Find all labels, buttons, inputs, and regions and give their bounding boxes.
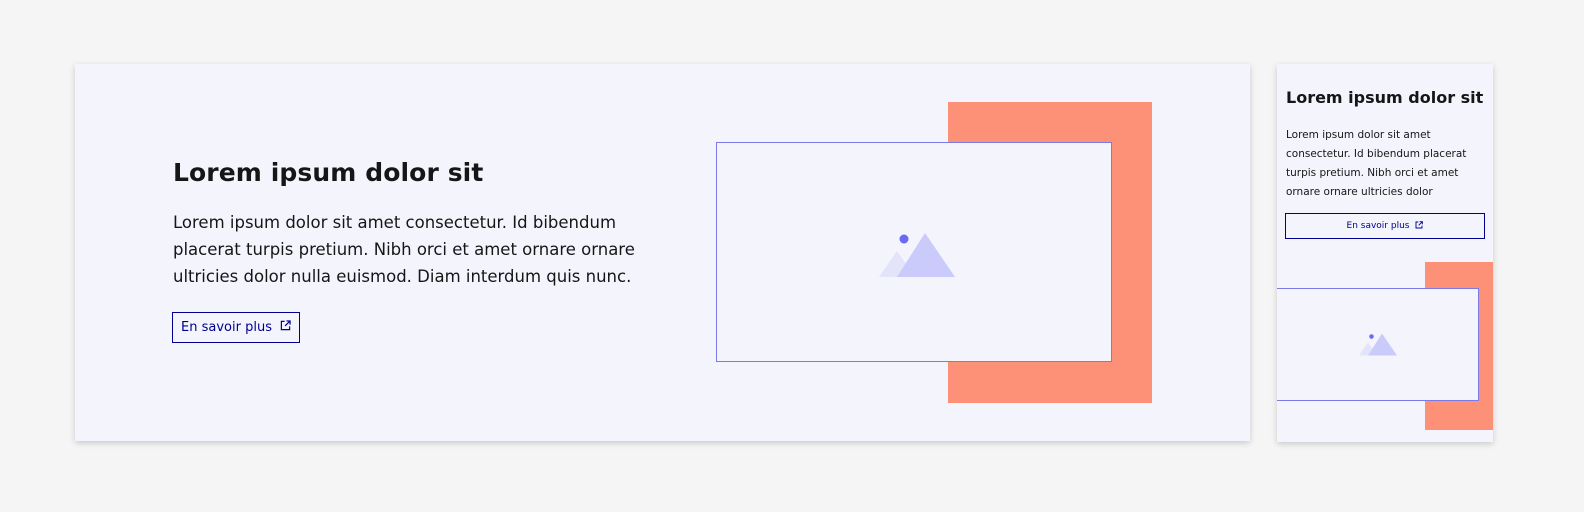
desktop-card: Lorem ipsum dolor sit Lorem ipsum dolor …	[75, 64, 1250, 441]
card-description: Lorem ipsum dolor sit amet consectetur. …	[173, 213, 635, 286]
image-frame	[1277, 288, 1479, 401]
button-label: En savoir plus	[181, 320, 272, 335]
card-title: Lorem ipsum dolor sit	[173, 158, 484, 187]
learn-more-button[interactable]: En savoir plus	[1285, 213, 1485, 239]
card-title: Lorem ipsum dolor sit	[1286, 88, 1484, 107]
external-link-icon	[280, 320, 291, 335]
image-frame	[716, 142, 1112, 362]
button-label: En savoir plus	[1346, 221, 1410, 231]
external-link-icon	[1415, 220, 1424, 232]
learn-more-button[interactable]: En savoir plus	[172, 312, 300, 343]
card-description: Lorem ipsum dolor sit amet consectetur. …	[1286, 129, 1467, 198]
mobile-card: Lorem ipsum dolor sit Lorem ipsum dolor …	[1277, 64, 1493, 442]
image-placeholder-icon	[879, 233, 955, 277]
image-placeholder-icon	[1359, 333, 1397, 356]
